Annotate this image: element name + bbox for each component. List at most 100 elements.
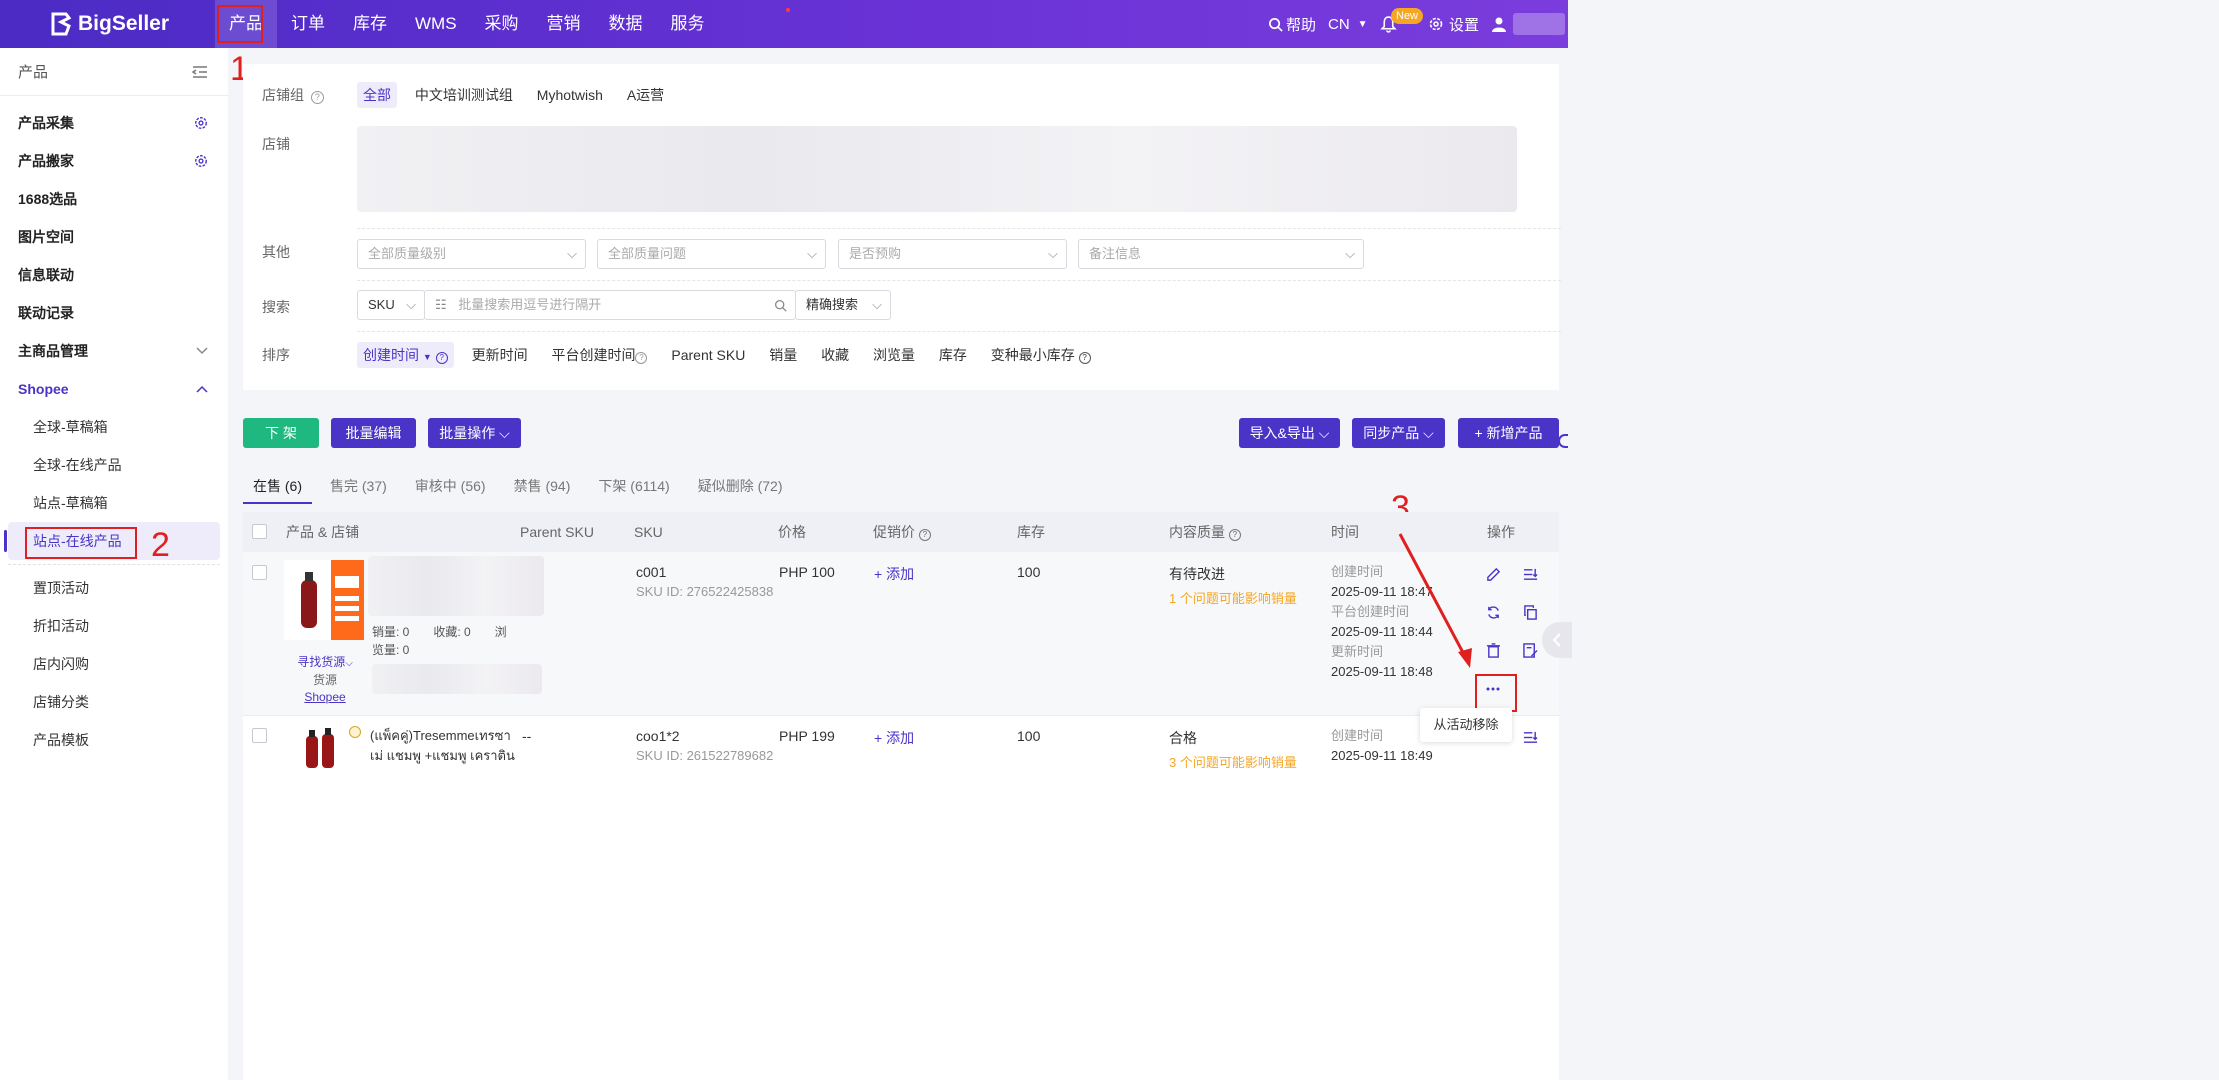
sidebar-subitem-flash-sale[interactable]: 店内闪购 [0, 645, 228, 683]
sync-icon[interactable] [1486, 605, 1501, 620]
sort-list-icon[interactable] [1523, 730, 1538, 745]
notifications-button[interactable] [1380, 0, 1397, 48]
nav-marketing[interactable]: 营销 [533, 0, 595, 48]
batch-ops-button[interactable]: 批量操作 ⌵ [428, 418, 521, 448]
tab-delisted[interactable]: 下架 (6114) [588, 470, 679, 504]
filter-divider [357, 331, 1561, 332]
gear-icon[interactable] [194, 154, 208, 168]
sidebar-subitem-shop-category[interactable]: 店铺分类 [0, 683, 228, 721]
search-icon[interactable] [774, 299, 787, 312]
nav-service[interactable]: 服务 [657, 0, 719, 48]
add-product-button[interactable]: + 新增产品 [1458, 418, 1559, 448]
sync-products-button[interactable]: 同步产品 ⌵ [1352, 418, 1445, 448]
tab-banned[interactable]: 禁售 (94) [504, 470, 581, 504]
sort-updated-time[interactable]: 更新时间 [466, 342, 534, 368]
sort-sales[interactable]: 销量 [763, 342, 803, 368]
search-input[interactable]: ☷ 批量搜索用逗号进行隔开 [424, 290, 796, 320]
sort-favorites[interactable]: 收藏 [815, 342, 855, 368]
preorder-select[interactable]: 是否预购 ⌵ [838, 239, 1067, 269]
product-title-blurred[interactable] [368, 556, 544, 616]
chevron-down-icon [196, 347, 208, 355]
help-circle-icon[interactable]: ? [1228, 529, 1241, 541]
shop-group-all[interactable]: 全部 [357, 82, 397, 108]
sort-parent-sku[interactable]: Parent SKU [665, 344, 751, 366]
batch-edit-button[interactable]: 批量编辑 [331, 418, 416, 448]
quality-level-select[interactable]: 全部质量级别 ⌵ [357, 239, 586, 269]
shop-group-cn-training[interactable]: 中文培训测试组 [409, 82, 519, 108]
tab-reviewing[interactable]: 审核中 (56) [405, 470, 496, 504]
bigseller-logo[interactable]: BigSeller [50, 10, 169, 38]
collapse-sidebar-icon[interactable] [192, 65, 208, 79]
sort-stock[interactable]: 库存 [933, 342, 973, 368]
shop-group-myhotwish[interactable]: Myhotwish [531, 84, 609, 106]
nav-purchase[interactable]: 采购 [471, 0, 533, 48]
nav-orders[interactable]: 订单 [277, 0, 339, 48]
sidebar-subitem-product-template[interactable]: 产品模板 [0, 721, 228, 759]
sidebar-subitem-global-drafts[interactable]: 全球-草稿箱 [0, 408, 228, 446]
sidebar-item-1688[interactable]: 1688选品 [0, 180, 228, 218]
nav-data[interactable]: 数据 [595, 0, 657, 48]
product-image[interactable] [284, 560, 364, 640]
settings-button[interactable]: 设置 [1428, 0, 1479, 48]
col-stock: 库存 [1017, 524, 1045, 540]
edit-icon[interactable] [1486, 567, 1501, 582]
help-circle-icon[interactable]: ? [310, 91, 324, 104]
remove-from-activity-tooltip[interactable]: 从活动移除 [1420, 708, 1512, 742]
copy-icon[interactable] [1523, 605, 1538, 620]
find-source-link[interactable]: 寻找货源⌵ [285, 654, 365, 672]
sidebar-subitem-global-online[interactable]: 全球-在线产品 [0, 446, 228, 484]
new-badge: New [1391, 8, 1424, 24]
remark-select[interactable]: 备注信息 ⌵ [1078, 239, 1364, 269]
add-promo-link[interactable]: + 添加 [874, 564, 914, 584]
nav-inventory[interactable]: 库存 [339, 0, 401, 48]
language-selector[interactable]: CN ▼ [1328, 0, 1368, 48]
shop-list-blurred[interactable] [357, 126, 1517, 212]
quality-issue-select[interactable]: 全部质量问题 ⌵ [597, 239, 826, 269]
sidebar-subitem-pin-activity[interactable]: 置顶活动 [0, 569, 228, 607]
tab-suspected-deleted[interactable]: 疑似删除 (72) [688, 470, 793, 504]
sort-views[interactable]: 浏览量 [867, 342, 921, 368]
import-export-button[interactable]: 导入&导出 ⌵ [1239, 418, 1340, 448]
nav-wms[interactable]: WMS [401, 0, 471, 48]
note-edit-icon[interactable] [1523, 643, 1538, 658]
row-checkbox[interactable] [252, 728, 267, 743]
help-circle-icon[interactable]: ? [918, 529, 931, 541]
trash-icon[interactable] [1486, 643, 1501, 658]
help-circle-icon[interactable]: ? [435, 352, 448, 364]
help-circle-icon[interactable]: ? [1078, 352, 1091, 364]
sidebar-item-shopee[interactable]: Shopee [0, 370, 228, 408]
sort-platform-created-time[interactable]: 平台创建时间? [545, 342, 653, 368]
product-title[interactable]: (แพ็คคู่)Tresemmeเทรซา เม่ แชมพู +แชมพู … [370, 726, 515, 766]
sidebar-item-master-product[interactable]: 主商品管理 [0, 332, 228, 370]
sort-list-icon[interactable] [1523, 567, 1538, 582]
user-menu[interactable] [1491, 0, 1565, 48]
sidebar-item-info-link[interactable]: 信息联动 [0, 256, 228, 294]
sidebar-subitem-discount-activity[interactable]: 折扣活动 [0, 607, 228, 645]
sidebar-item-image-space[interactable]: 图片空间 [0, 218, 228, 256]
delist-button[interactable]: 下 架 [243, 418, 319, 448]
sidebar-item-link-records[interactable]: 联动记录 [0, 294, 228, 332]
row-checkbox[interactable] [252, 565, 267, 580]
search-mode-select[interactable]: 精确搜索 ⌵ [795, 290, 891, 320]
tab-sold-out[interactable]: 售完 (37) [320, 470, 397, 504]
floating-widget-edge[interactable] [1558, 434, 1568, 448]
source-platform-link[interactable]: Shopee [285, 689, 365, 706]
side-panel-toggle[interactable] [1542, 622, 1572, 658]
sidebar-subitem-site-drafts[interactable]: 站点-草稿箱 [0, 484, 228, 522]
shop-group-a-ops[interactable]: A运营 [621, 82, 670, 108]
search-label: 搜索 [262, 299, 290, 315]
gear-icon[interactable] [194, 116, 208, 130]
quality-issue-link[interactable]: 3 个问题可能影响销量 [1169, 752, 1297, 771]
sort-created-time[interactable]: 创建时间 ▼ ? [357, 342, 454, 368]
search-field-select[interactable]: SKU ⌵ [357, 290, 425, 320]
select-all-checkbox[interactable] [252, 524, 267, 539]
sidebar-item-product-move[interactable]: 产品搬家 [0, 142, 228, 180]
help-button[interactable]: 帮助 [1268, 0, 1316, 48]
sort-min-variant-stock[interactable]: 变种最小库存 ? [985, 342, 1097, 368]
help-circle-icon[interactable]: ? [635, 352, 648, 364]
sort-option-label: 变种最小库存 [990, 347, 1075, 363]
quality-issue-link[interactable]: 1 个问题可能影响销量 [1169, 588, 1297, 607]
tab-on-sale[interactable]: 在售 (6) [243, 470, 312, 504]
add-promo-link[interactable]: + 添加 [874, 728, 914, 748]
sidebar-item-product-collect[interactable]: 产品采集 [0, 104, 228, 142]
